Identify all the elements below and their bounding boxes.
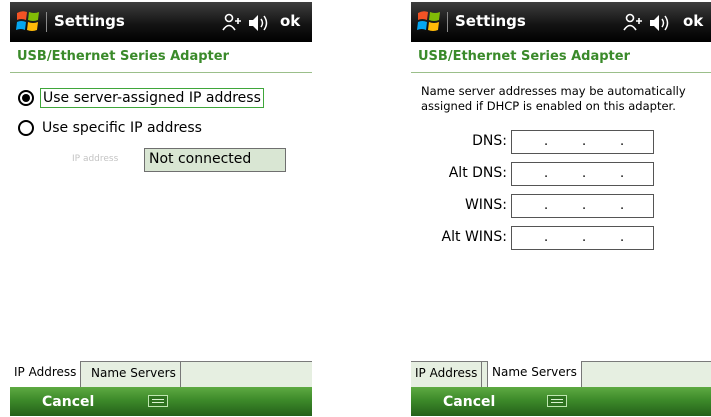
dns-address-field[interactable]: ... <box>511 130 654 154</box>
menu-bar: Cancel <box>10 387 312 416</box>
volume-icon[interactable] <box>648 13 670 33</box>
cancel-softkey[interactable]: Cancel <box>42 394 94 410</box>
keyboard-icon[interactable] <box>148 395 168 407</box>
subtitle-text: USB/Ethernet Series Adapter <box>17 49 229 64</box>
menu-bar: Cancel <box>411 387 711 416</box>
alt-wins-label: Alt WINS: <box>441 229 507 245</box>
connectivity-icon[interactable] <box>622 13 644 33</box>
cancel-softkey[interactable]: Cancel <box>443 394 495 410</box>
alt-dns-address-field[interactable]: ... <box>511 162 654 186</box>
right-settings-screen: Settings ok USB/Ethernet Series Adapter … <box>411 2 711 416</box>
subtitle-text: USB/Ethernet Series Adapter <box>418 49 630 64</box>
app-title: Settings <box>455 12 526 30</box>
tab-name-servers[interactable]: Name Servers <box>87 362 181 387</box>
ip-address-label: IP address <box>72 154 119 164</box>
tab-ip-address[interactable]: IP Address <box>10 361 82 388</box>
keyboard-icon[interactable] <box>547 395 567 407</box>
wins-label: WINS: <box>464 197 507 213</box>
tab-strip: IP Address Name Servers <box>411 361 711 388</box>
specific-ip-option[interactable]: Use specific IP address <box>18 116 204 140</box>
left-settings-screen: Settings ok USB/Ethernet Series Adapter … <box>10 2 312 416</box>
windows-start-icon[interactable] <box>16 10 40 32</box>
alt-dns-label: Alt DNS: <box>448 165 507 181</box>
server-assigned-ip-label[interactable]: Use server-assigned IP address <box>40 88 264 108</box>
radio-unchecked-icon[interactable] <box>18 120 34 136</box>
app-title: Settings <box>54 12 125 30</box>
alt-wins-address-field[interactable]: ... <box>511 226 654 250</box>
ip-address-field: Not connected <box>144 148 286 172</box>
volume-icon[interactable] <box>247 13 269 33</box>
adapter-subtitle: USB/Ethernet Series Adapter <box>411 42 711 73</box>
windows-start-icon[interactable] <box>417 10 441 32</box>
title-bar: Settings ok <box>411 2 711 42</box>
tab-name-servers[interactable]: Name Servers <box>487 361 582 388</box>
radio-checked-icon[interactable] <box>18 90 34 106</box>
dhcp-info-text: Name server addresses may be automatical… <box>421 84 686 113</box>
title-separator <box>447 12 448 32</box>
title-bar: Settings ok <box>10 2 312 42</box>
wins-address-field[interactable]: ... <box>511 194 654 218</box>
tab-ip-address[interactable]: IP Address <box>411 362 483 387</box>
ok-button[interactable]: ok <box>683 12 703 30</box>
server-assigned-ip-option[interactable]: Use server-assigned IP address <box>18 86 264 110</box>
dns-label: DNS: <box>472 133 507 149</box>
connectivity-icon[interactable] <box>221 13 243 33</box>
title-separator <box>46 12 47 32</box>
adapter-subtitle: USB/Ethernet Series Adapter <box>10 42 312 73</box>
specific-ip-label[interactable]: Use specific IP address <box>40 119 204 137</box>
ok-button[interactable]: ok <box>280 12 300 30</box>
tab-strip: IP Address Name Servers <box>10 361 312 388</box>
